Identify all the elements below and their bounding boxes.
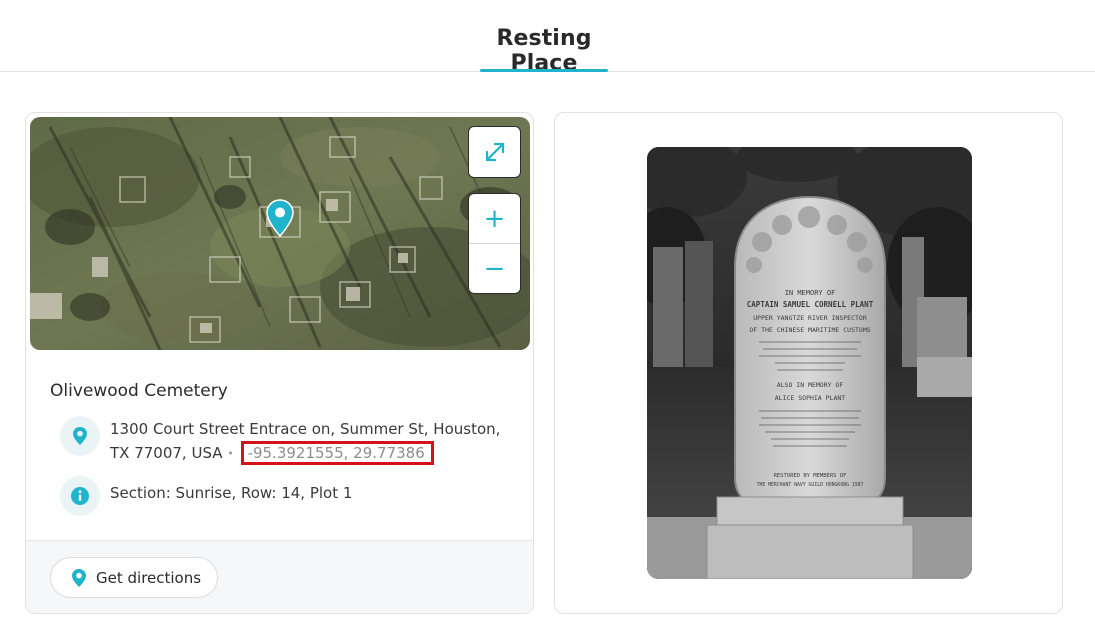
fullscreen-button[interactable] [468, 126, 521, 178]
location-pin-icon [73, 427, 87, 445]
get-directions-label: Get directions [96, 568, 202, 587]
zoom-controls: + − [468, 193, 521, 294]
map-pin-icon[interactable] [266, 199, 294, 237]
get-directions-button[interactable]: Get directions [50, 557, 218, 598]
inscription-line: THE MERCHANT NAVY GUILD HONGKONG 1987 [757, 482, 864, 488]
location-pin-icon [72, 568, 86, 587]
satellite-map[interactable]: + − [30, 117, 530, 350]
cemetery-name: Olivewood Cemetery [50, 381, 228, 401]
inscription-line: CAPTAIN SAMUEL CORNELL PLANT [747, 300, 874, 309]
expand-arrows-icon [485, 142, 504, 162]
card-footer: Get directions [26, 540, 533, 613]
inscription-line: ALSO IN MEMORY OF [777, 381, 844, 389]
inscription-line: IN MEMORY OF [785, 289, 836, 297]
headstone-image: IN MEMORY OF CAPTAIN SAMUEL CORNELL PLAN… [647, 147, 972, 579]
zoom-out-button[interactable]: − [469, 244, 520, 293]
coordinates-text[interactable]: -95.3921555, 29.77386 [240, 441, 434, 465]
location-card: + − Olivewood Cemetery 1300 Court Street… [25, 112, 534, 614]
inscription-line: UPPER YANGTZE RIVER INSPECTOR [753, 314, 867, 322]
info-icon [71, 487, 89, 505]
headstone-photo[interactable]: IN MEMORY OF CAPTAIN SAMUEL CORNELL PLAN… [647, 147, 972, 579]
address-icon-badge [60, 416, 100, 456]
plot-location-text: Section: Sunrise, Row: 14, Plot 1 [110, 484, 353, 502]
zoom-in-button[interactable]: + [469, 194, 520, 244]
inscription-line: OF THE CHINESE MARITIME CUSTOMS [749, 326, 870, 334]
photo-card: IN MEMORY OF CAPTAIN SAMUEL CORNELL PLAN… [554, 112, 1063, 614]
active-tab-indicator [480, 69, 608, 72]
inscription-line: ALICE SOPHIA PLANT [775, 394, 846, 402]
address-block: 1300 Court Street Entrace on, Summer St,… [110, 417, 520, 467]
separator-dot: • [227, 447, 234, 460]
plot-icon-badge [60, 476, 100, 516]
inscription-line: RESTORED BY MEMBERS OF [774, 473, 847, 479]
tab-bar: Resting Place [0, 0, 1095, 76]
